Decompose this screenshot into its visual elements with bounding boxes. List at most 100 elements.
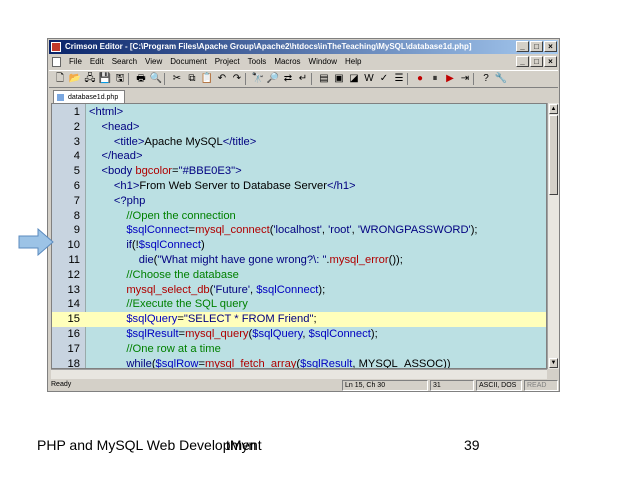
menu-view[interactable]: View <box>141 55 166 69</box>
copy-icon[interactable]: ⧉ <box>185 72 199 86</box>
toolbar-separator <box>245 73 250 85</box>
close-button[interactable]: × <box>544 41 557 52</box>
code-text: //Choose the database <box>89 268 239 283</box>
code-line[interactable]: 6 <h1>From Web Server to Database Server… <box>52 179 546 194</box>
help-icon[interactable]: ? <box>479 72 493 86</box>
scroll-down-icon[interactable]: ▼ <box>549 358 558 368</box>
view-icon[interactable]: ▣ <box>332 72 346 86</box>
menu-document[interactable]: Document <box>166 55 210 69</box>
menu-window[interactable]: Window <box>305 55 341 69</box>
code-token: //Open the connection <box>126 209 236 222</box>
code-text: <html> <box>89 105 123 120</box>
redo-icon[interactable]: ↷ <box>230 72 244 86</box>
maximize-button[interactable]: □ <box>530 41 543 52</box>
code-line[interactable]: 5 <body bgcolor="#BBE0E3"> <box>52 164 546 179</box>
toolbar-separator <box>164 73 169 85</box>
footer-author: tMyn <box>226 437 257 453</box>
new-file-icon[interactable]: 🗋 <box>53 72 67 86</box>
print-icon[interactable]: 🖶 <box>134 72 148 86</box>
doc-restore-button[interactable]: □ <box>530 56 543 67</box>
menu-help[interactable]: Help <box>341 55 365 69</box>
code-line[interactable]: 7 <?php <box>52 194 546 209</box>
menu-tools[interactable]: Tools <box>244 55 271 69</box>
code-token: 'localhost' <box>273 224 322 237</box>
code-token: <body <box>101 165 136 178</box>
undo-icon[interactable]: ↶ <box>215 72 229 86</box>
line-number: 5 <box>73 165 80 178</box>
word-wrap-icon[interactable]: W <box>362 72 376 86</box>
spell-icon[interactable]: ✓ <box>377 72 391 86</box>
goto-icon[interactable]: ↵ <box>296 72 310 86</box>
code-token: bgcolor <box>135 165 173 178</box>
code-line[interactable]: 9 $sqlConnect=mysql_connect('localhost',… <box>52 223 546 238</box>
code-text: if(!$sqlConnect) <box>89 238 204 253</box>
minimize-button[interactable]: _ <box>516 41 529 52</box>
pause-icon[interactable]: ⏸ <box>428 72 442 86</box>
tab-database1d[interactable]: database1d.php <box>53 90 126 103</box>
code-token: while <box>126 357 152 369</box>
print-preview-icon[interactable]: 🔍 <box>149 72 163 86</box>
code-line[interactable]: 10 if(!$sqlConnect) <box>52 238 546 253</box>
app-icon <box>51 42 61 52</box>
code-text: while($sqlRow=mysql_fetch_array($sqlResu… <box>89 357 450 369</box>
code-line[interactable]: 4 </head> <box>52 149 546 164</box>
code-line[interactable]: 15 $sqlQuery="SELECT * FROM Friend"; <box>52 312 546 327</box>
find-icon[interactable]: 🔭 <box>251 72 265 86</box>
paste-icon[interactable]: 📋 <box>200 72 214 86</box>
menu-bar: File Edit Search View Document Project T… <box>49 55 558 69</box>
code-token: $sqlConnect <box>256 283 319 296</box>
code-line[interactable]: 13 mysql_select_db('Future', $sqlConnect… <box>52 283 546 298</box>
menu-macros[interactable]: Macros <box>270 55 304 69</box>
tools-icon[interactable]: 🔧 <box>494 72 508 86</box>
cut-icon[interactable]: ✂ <box>170 72 184 86</box>
vertical-scrollbar[interactable]: ▲ ▼ <box>547 103 559 369</box>
replace-icon[interactable]: ⇄ <box>281 72 295 86</box>
find-next-icon[interactable]: 🔎 <box>266 72 280 86</box>
save-all-icon[interactable]: 🖫 <box>113 72 127 86</box>
scroll-thumb[interactable] <box>549 115 558 195</box>
code-token: $sqlConnect <box>138 239 201 252</box>
list-icon[interactable]: ☰ <box>392 72 406 86</box>
code-token: ; <box>313 313 317 326</box>
code-token: > <box>235 165 242 178</box>
menu-file[interactable]: File <box>65 55 86 69</box>
doc-close-button[interactable]: × <box>544 56 557 67</box>
code-token: <h1> <box>113 180 140 192</box>
code-text: </head> <box>89 149 142 164</box>
code-line[interactable]: 2 <head> <box>52 120 546 135</box>
code-line[interactable]: 1 <html> <box>52 105 546 120</box>
footer-page-number: 39 <box>464 437 480 453</box>
record-icon[interactable]: ● <box>413 72 427 86</box>
line-number: 3 <box>73 135 80 148</box>
open-remote-icon[interactable]: 🖧 <box>83 72 97 86</box>
play-icon[interactable]: ▶ <box>443 72 457 86</box>
code-text: <head> <box>89 120 139 135</box>
code-line[interactable]: 18 while($sqlRow=mysql_fetch_array($sqlR… <box>52 357 546 369</box>
run-icon[interactable]: ⇥ <box>458 72 472 86</box>
line-number: 4 <box>73 150 80 163</box>
scroll-up-icon[interactable]: ▲ <box>549 104 558 114</box>
horizontal-scrollbar[interactable] <box>51 369 547 379</box>
doc-minimize-button[interactable]: _ <box>516 56 529 67</box>
code-line[interactable]: 8 //Open the connection <box>52 209 546 224</box>
column-mode-icon[interactable]: ▤ <box>317 72 331 86</box>
line-number: 18 <box>67 357 80 369</box>
menu-edit[interactable]: Edit <box>86 55 108 69</box>
code-line[interactable]: 17 //One row at a time <box>52 342 546 357</box>
code-line[interactable]: 3 <title>Apache MySQL</title> <box>52 135 546 150</box>
code-line[interactable]: 12 //Choose the database <box>52 268 546 283</box>
menu-project[interactable]: Project <box>211 55 244 69</box>
save-icon[interactable]: 💾 <box>98 72 112 86</box>
code-text: <?php <box>89 194 145 209</box>
menu-search[interactable]: Search <box>108 55 141 69</box>
open-folder-icon[interactable]: 📂 <box>68 72 82 86</box>
code-line[interactable]: 14 //Execute the SQL query <box>52 297 546 312</box>
toolbar: 🗋 📂 🖧 💾 🖫 🖶 🔍 ✂ ⧉ 📋 ↶ ↷ 🔭 🔎 ⇄ ↵ ▤ ▣ ◪ W … <box>49 70 558 88</box>
browse-icon[interactable]: ◪ <box>347 72 361 86</box>
line-number: 8 <box>73 209 80 222</box>
code-editor[interactable]: 1 <html> 2 <head> 3 <title>Apache MySQL</ti… <box>51 103 547 369</box>
code-line[interactable]: 16 $sqlResult=mysql_query($sqlQuery, $sq… <box>52 327 546 342</box>
code-line[interactable]: 11 die("What might have gone wrong?\: ".… <box>52 253 546 268</box>
